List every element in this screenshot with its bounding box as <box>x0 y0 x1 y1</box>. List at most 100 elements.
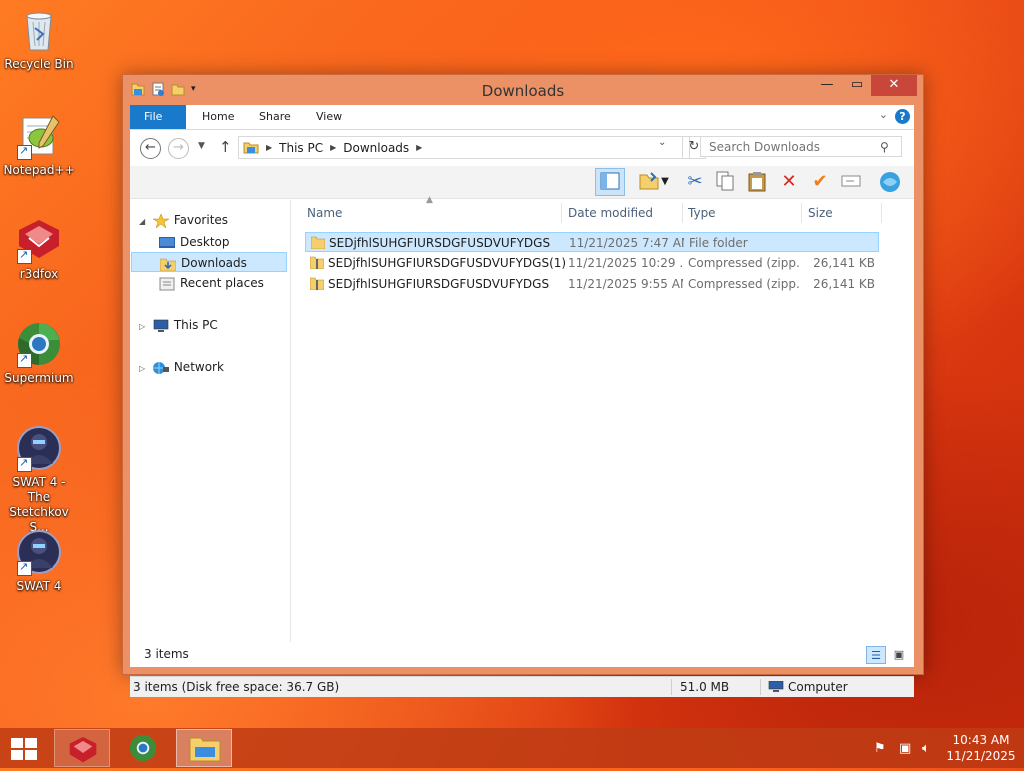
address-bar[interactable]: ▶ This PC ▶ Downloads ▶ <box>238 136 690 159</box>
preview-pane-button[interactable] <box>595 168 625 196</box>
search-input[interactable] <box>700 136 902 157</box>
column-header-date[interactable]: Date modified <box>568 206 653 220</box>
delete-icon[interactable]: ✕ <box>777 170 801 194</box>
help-icon[interactable]: ? <box>895 109 910 124</box>
column-divider[interactable] <box>561 203 562 223</box>
item-count-bar: 3 items ☰ ▣ <box>130 642 914 666</box>
taskbar-clock[interactable]: 10:43 AM 11/21/2025 <box>944 732 1018 764</box>
desktop-icon-label: Notepad++ <box>3 163 75 177</box>
tab-home[interactable]: Home <box>188 105 248 129</box>
item-count: 3 items <box>144 647 189 661</box>
maximize-button[interactable]: ▭ <box>843 75 871 96</box>
file-type: Compressed (zipp... <box>688 256 800 270</box>
file-row[interactable]: SEDjfhlSUHGFIURSDGFUSDVUFYDGS(1) 11/21/2… <box>305 253 879 273</box>
desktop-icon-label: Recycle Bin <box>4 57 74 71</box>
nav-item-recent-places[interactable]: Recent places <box>159 273 316 293</box>
column-divider[interactable] <box>682 203 683 223</box>
file-row[interactable]: SEDjfhlSUHGFIURSDGFUSDVUFYDGS 11/21/2025… <box>305 232 879 252</box>
close-button[interactable]: ✕ <box>871 75 917 96</box>
expand-arrow-icon[interactable]: ▷ <box>139 317 149 337</box>
network-tray-icon[interactable]: ▣ <box>899 741 911 756</box>
breadcrumb-downloads[interactable]: Downloads <box>343 141 409 155</box>
expand-arrow-icon[interactable]: ◢ <box>139 212 149 232</box>
nav-item-desktop[interactable]: Desktop <box>159 232 316 252</box>
column-header-size[interactable]: Size <box>808 206 833 220</box>
large-icons-view-button[interactable]: ▣ <box>889 646 909 664</box>
expand-ribbon-icon[interactable]: ⌄ <box>879 108 888 121</box>
address-dropdown-icon[interactable]: ⌄ <box>658 137 666 148</box>
rename-field-icon[interactable] <box>839 170 863 194</box>
nav-item-this-pc[interactable]: ▷ This PC <box>139 315 296 335</box>
column-divider[interactable] <box>881 203 882 223</box>
desktop-icon-notepadpp[interactable]: Notepad++ <box>0 112 78 178</box>
copy-icon[interactable] <box>713 170 737 194</box>
status-divider <box>760 679 761 695</box>
details-view-button[interactable]: ☰ <box>866 646 886 664</box>
status-location: Computer <box>788 680 848 694</box>
file-type: File folder <box>689 236 748 250</box>
ribbon-tabs: File Home Share View ⌄ ? <box>130 105 914 130</box>
breadcrumb-separator-icon[interactable]: ▶ <box>266 143 272 152</box>
options-icon[interactable] <box>878 170 902 194</box>
action-center-flag-icon[interactable]: ⚑ <box>874 741 886 756</box>
notepadpp-icon <box>15 112 63 160</box>
recent-locations-dropdown[interactable]: ▼ <box>198 141 205 151</box>
desktop-icon-swat4[interactable]: SWAT 4 <box>0 528 78 594</box>
breadcrumb-this-pc[interactable]: This PC <box>279 141 323 155</box>
nav-item-network[interactable]: ▷ Network <box>139 357 296 377</box>
taskbar-app-r3dfox[interactable] <box>54 729 110 767</box>
shortcut-arrow-icon <box>17 143 32 160</box>
nav-item-downloads[interactable]: Downloads <box>131 252 287 272</box>
paste-icon[interactable] <box>745 170 769 194</box>
command-toolbar: ▼ ✂ ✕ ✔ <box>130 166 914 199</box>
volume-muted-icon[interactable]: 🔈︎ <box>922 741 930 756</box>
breadcrumb-separator-icon[interactable]: ▶ <box>330 143 336 152</box>
taskbar-app-supermium[interactable] <box>115 729 171 767</box>
desktop-icon-label: Supermium <box>4 371 74 385</box>
tab-share[interactable]: Share <box>245 105 305 129</box>
desktop-icon-swat4-stetchkov[interactable]: SWAT 4 - The Stetchkov S... <box>0 424 78 535</box>
cut-icon[interactable]: ✂ <box>683 170 707 194</box>
computer-icon <box>153 319 169 332</box>
file-row[interactable]: SEDjfhlSUHGFIURSDGFUSDVUFYDGS 11/21/2025… <box>305 274 879 294</box>
desktop-icon-supermium[interactable]: Supermium <box>0 320 78 386</box>
clock-date: 11/21/2025 <box>946 749 1016 763</box>
file-date: 11/21/2025 7:47 AM <box>569 236 684 250</box>
up-button[interactable]: ↑ <box>219 138 232 156</box>
file-explorer-icon <box>189 737 221 762</box>
navigation-bar: ← → ▼ ↑ ▶ This PC ▶ Downloads ▶ ⌄ ↻ ⚲ <box>130 130 914 164</box>
start-button[interactable] <box>10 737 38 761</box>
rename-check-icon[interactable]: ✔ <box>808 170 832 194</box>
computer-icon <box>768 681 784 692</box>
dropdown-arrow-icon[interactable]: ▼ <box>659 170 671 194</box>
star-icon <box>152 213 169 228</box>
column-header-name[interactable]: Name <box>307 206 342 220</box>
recycle-bin-icon <box>15 6 63 54</box>
folder-icon <box>243 142 259 154</box>
file-size: 26,141 KB <box>813 256 875 270</box>
zip-folder-icon <box>310 256 324 269</box>
forward-button[interactable]: → <box>168 138 189 159</box>
taskbar-app-file-explorer[interactable] <box>176 729 232 767</box>
swat4-icon <box>15 528 63 576</box>
desktop-icon-r3dfox[interactable]: r3dfox <box>0 216 78 282</box>
nav-item-label: Desktop <box>180 235 230 249</box>
tab-view[interactable]: View <box>302 105 356 129</box>
minimize-button[interactable]: — <box>813 75 841 96</box>
file-name: SEDjfhlSUHGFIURSDGFUSDVUFYDGS <box>329 236 551 250</box>
new-folder-icon[interactable] <box>637 170 661 194</box>
search-icon[interactable]: ⚲ <box>880 140 889 154</box>
column-header-type[interactable]: Type <box>688 206 716 220</box>
back-button[interactable]: ← <box>140 138 161 159</box>
tab-file[interactable]: File <box>130 105 186 129</box>
title-bar[interactable]: ▾ Downloads — ▭ ✕ <box>123 75 923 105</box>
column-divider[interactable] <box>801 203 802 223</box>
nav-item-favorites[interactable]: ◢ Favorites <box>139 210 296 230</box>
expand-arrow-icon[interactable]: ▷ <box>139 359 149 379</box>
shortcut-arrow-icon <box>17 351 32 368</box>
breadcrumb-separator-icon[interactable]: ▶ <box>416 143 422 152</box>
supermium-icon <box>15 320 63 368</box>
pane-splitter[interactable] <box>290 200 291 642</box>
explorer-window[interactable]: ▾ Downloads — ▭ ✕ File Home Share View ⌄… <box>122 74 924 697</box>
desktop-icon-recycle-bin[interactable]: Recycle Bin <box>0 6 78 72</box>
